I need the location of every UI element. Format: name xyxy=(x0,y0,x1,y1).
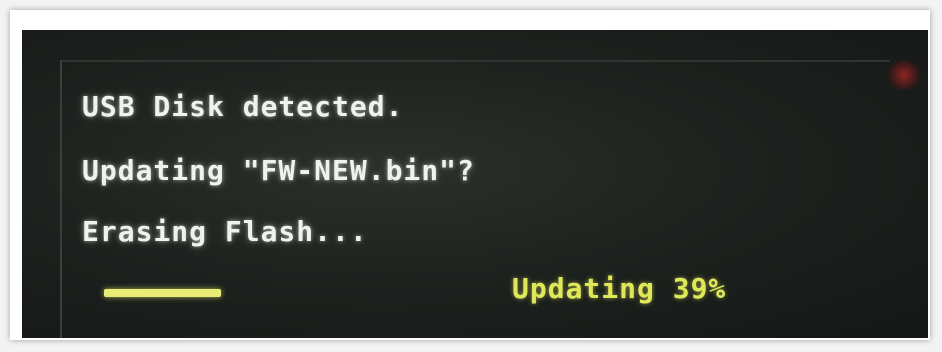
progress-bar-fill xyxy=(104,289,221,297)
screen-bezel-top xyxy=(60,60,890,62)
photo-frame: USB Disk detected. Updating "FW-NEW.bin"… xyxy=(10,10,930,340)
erasing-flash-message: Erasing Flash... xyxy=(82,215,368,248)
progress-bar xyxy=(104,289,221,297)
indicator-led xyxy=(886,60,922,90)
updating-file-message: Updating "FW-NEW.bin"? xyxy=(82,154,475,187)
device-screen: USB Disk detected. Updating "FW-NEW.bin"… xyxy=(22,30,928,338)
update-status-label: Updating 39% xyxy=(512,272,727,305)
usb-detected-message: USB Disk detected. xyxy=(82,90,404,123)
screen-bezel-left xyxy=(60,60,62,338)
